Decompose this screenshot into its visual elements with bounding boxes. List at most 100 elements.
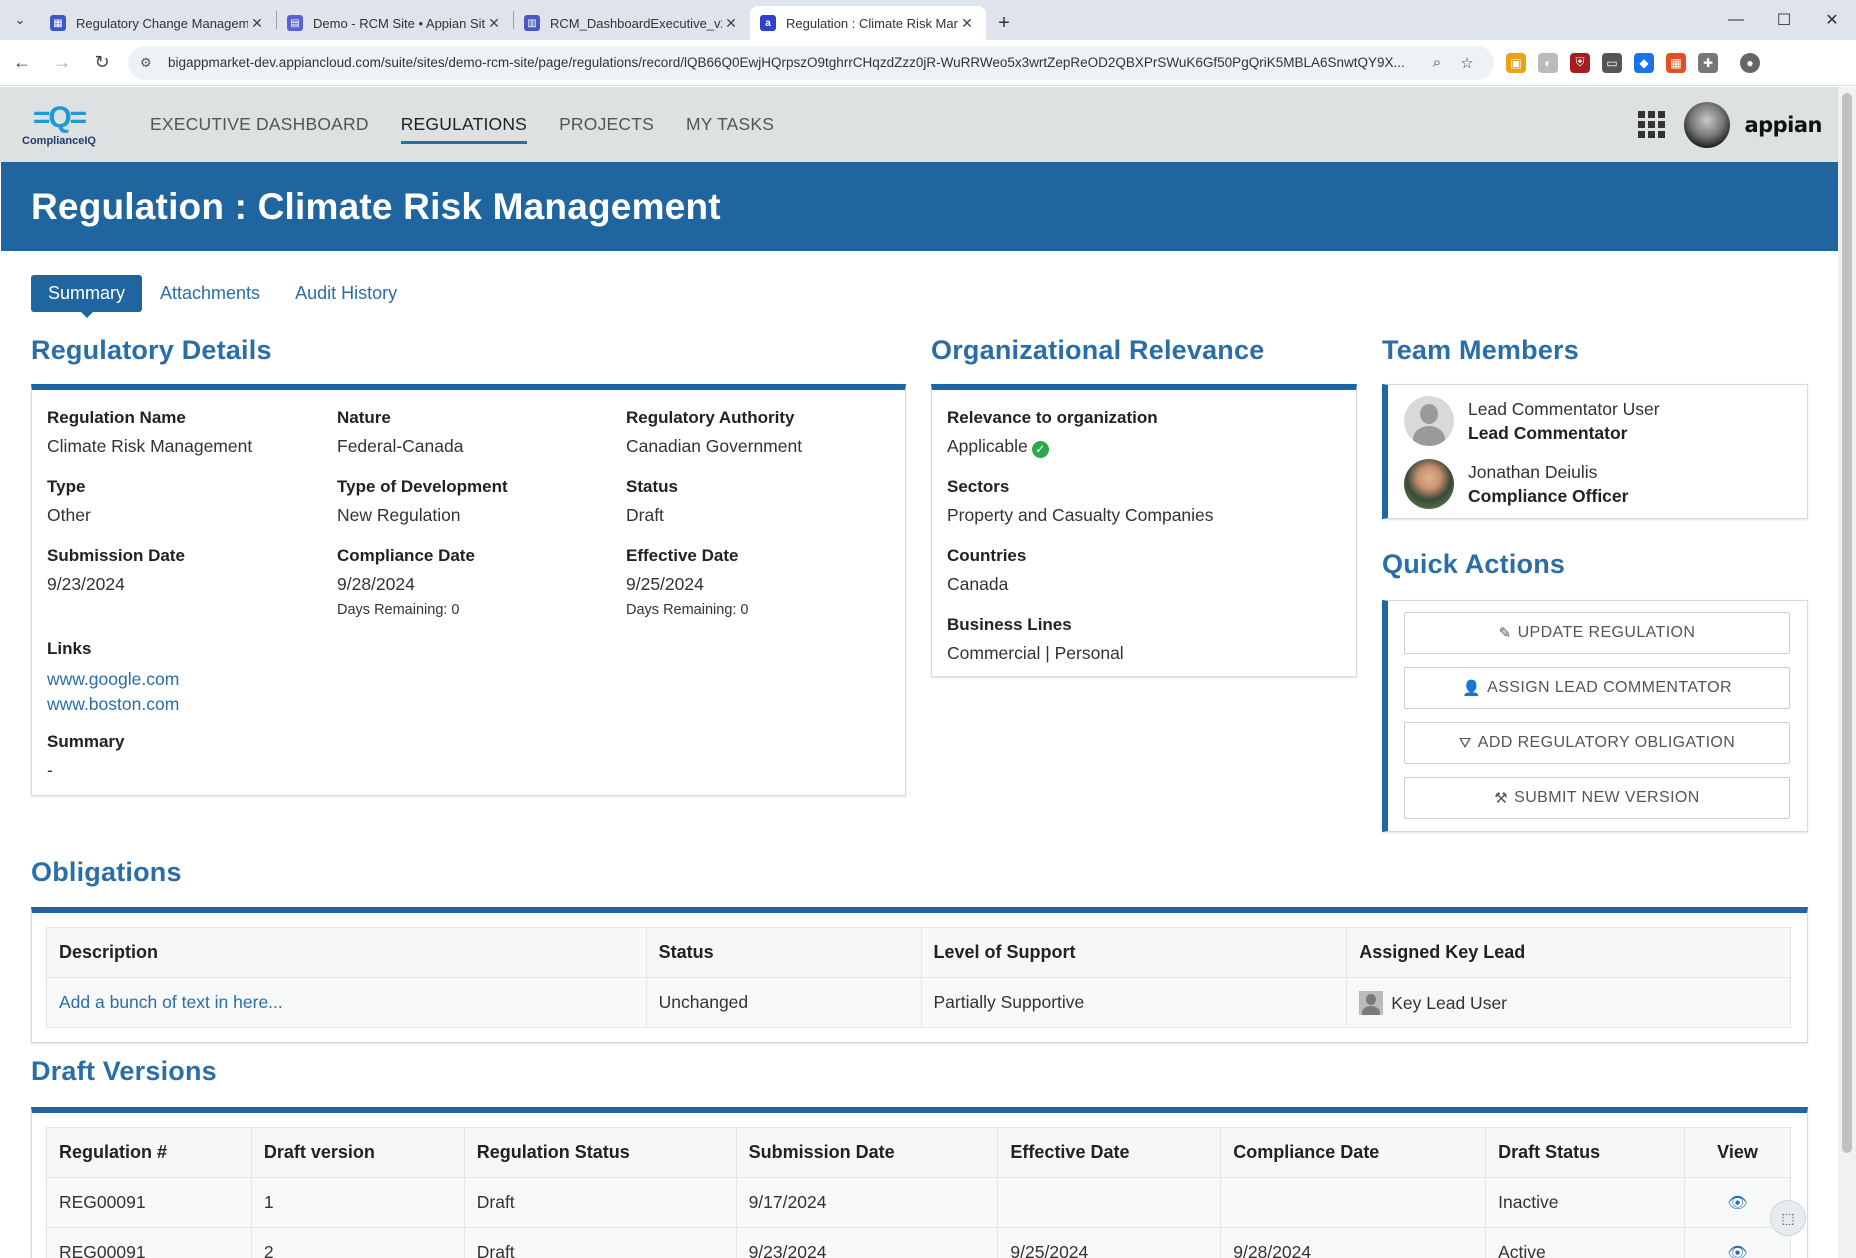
extensions-puzzle-icon[interactable]: ✚ xyxy=(1698,52,1718,73)
table-header-row: Regulation # Draft version Regulation St… xyxy=(46,1127,1791,1178)
header-right: appian xyxy=(1638,101,1822,148)
link-boston[interactable]: www.boston.com xyxy=(47,692,179,717)
key-lead-name[interactable]: Key Lead User xyxy=(1391,993,1507,1013)
field-label: Countries xyxy=(947,546,1027,565)
add-regulatory-obligation-button[interactable]: ⛛ ADD REGULATORY OBLIGATION xyxy=(1404,722,1790,764)
view-eye-icon[interactable]: 👁 xyxy=(1727,1245,1747,1258)
extension-drop-icon[interactable]: ◆ xyxy=(1634,52,1654,73)
extension-cast-icon[interactable]: ▭ xyxy=(1602,52,1622,73)
column-header-status[interactable]: Status xyxy=(645,927,922,978)
browser-tab-2[interactable]: ▤ Demo - RCM Site • Appian Site ✕ xyxy=(277,6,513,40)
obligation-description-link[interactable]: Add a bunch of text in here... xyxy=(59,992,283,1012)
extension-ublock-icon[interactable]: ⛨ xyxy=(1570,52,1590,73)
back-arrow-icon[interactable]: ← xyxy=(4,45,40,81)
browser-tab-4-active[interactable]: a Regulation : Climate Risk Mana ✕ xyxy=(750,6,986,40)
field-label: Nature xyxy=(337,408,391,427)
tab-favicon-icon: a xyxy=(760,15,776,31)
check-circle-icon: ✓ xyxy=(1031,441,1049,458)
reload-icon[interactable]: ↻ xyxy=(84,45,120,81)
member-role: Compliance Officer xyxy=(1468,485,1629,506)
submit-new-version-button[interactable]: ⚒ SUBMIT NEW VERSION xyxy=(1404,777,1790,819)
field-value: Climate Risk Management xyxy=(47,436,253,456)
address-bar[interactable]: ⚙ bigappmarket-dev.appiancloud.com/suite… xyxy=(128,45,1494,80)
browser-tab-1[interactable]: ▦ Regulatory Change Manageme ✕ xyxy=(40,6,276,40)
tab-search-chevron-icon[interactable]: ⌄ xyxy=(0,0,40,40)
regulatory-details-card: Regulation Name Climate Risk Management … xyxy=(31,384,906,796)
tab-close-icon[interactable]: ✕ xyxy=(722,15,740,32)
tab-attachments[interactable]: Attachments xyxy=(143,275,277,312)
page-banner: Regulation : Climate Risk Management xyxy=(1,162,1838,251)
field-label: Business Lines xyxy=(947,615,1072,634)
field-links: Links www.google.com www.boston.com xyxy=(47,639,179,717)
scrollbar-thumb[interactable] xyxy=(1842,93,1852,1153)
assign-lead-commentator-button[interactable]: 👤 ASSIGN LEAD COMMENTATOR xyxy=(1404,667,1790,709)
quick-actions-title: Quick Actions xyxy=(1382,549,1566,579)
column-header-effective-date[interactable]: Effective Date xyxy=(997,1127,1222,1178)
profile-avatar-icon[interactable]: ● xyxy=(1740,52,1760,73)
page-scrollbar[interactable] xyxy=(1838,87,1856,1258)
field-label: Status xyxy=(626,477,678,496)
field-submission-date: Submission Date 9/23/2024 xyxy=(47,546,185,595)
window-close-icon[interactable]: ✕ xyxy=(1808,0,1856,40)
field-value: Draft xyxy=(626,505,664,525)
field-regulation-name: Regulation Name Climate Risk Management xyxy=(47,408,252,457)
tab-close-icon[interactable]: ✕ xyxy=(958,15,976,32)
days-remaining: Days Remaining: 0 xyxy=(626,602,749,618)
column-header-assigned-key-lead[interactable]: Assigned Key Lead xyxy=(1346,927,1791,978)
main-navigation: EXECUTIVE DASHBOARD REGULATIONS PROJECTS… xyxy=(150,106,806,144)
bookmark-star-icon[interactable]: ☆ xyxy=(1452,54,1482,72)
field-label: Sectors xyxy=(947,477,1010,496)
browser-tab-title: Regulation : Climate Risk Mana xyxy=(786,15,958,31)
member-avatar[interactable] xyxy=(1404,396,1454,446)
column-header-submission-date[interactable]: Submission Date xyxy=(735,1127,999,1178)
field-value: 9/23/2024 xyxy=(47,574,125,594)
cell-compliance-date xyxy=(1220,1177,1487,1228)
column-header-regulation-status[interactable]: Regulation Status xyxy=(463,1127,737,1178)
field-label: Type xyxy=(47,477,86,496)
tab-summary[interactable]: Summary xyxy=(31,275,143,318)
complianceiq-logo[interactable]: =Q= ComplianceIQ xyxy=(0,87,118,162)
maximize-icon[interactable]: ☐ xyxy=(1760,0,1808,40)
pointer-select-icon[interactable]: ⬚ xyxy=(1770,1200,1806,1236)
tab-audit-history[interactable]: Audit History xyxy=(278,275,414,312)
user-avatar[interactable] xyxy=(1684,101,1731,148)
minimize-icon[interactable]: — xyxy=(1712,0,1760,40)
view-eye-icon[interactable]: 👁 xyxy=(1727,1195,1747,1212)
team-member: Jonathan Deiulis Compliance Officer xyxy=(1404,459,1628,509)
tab-close-icon[interactable]: ✕ xyxy=(248,15,266,32)
column-header-draft-version[interactable]: Draft version xyxy=(250,1127,465,1178)
column-header-regulation-number[interactable]: Regulation # xyxy=(46,1127,252,1178)
member-info: Lead Commentator User Lead Commentator xyxy=(1468,399,1660,444)
nav-regulations[interactable]: REGULATIONS xyxy=(400,106,528,144)
zoom-icon[interactable]: ⌕ xyxy=(1422,54,1452,71)
tab-close-icon[interactable]: ✕ xyxy=(485,15,503,32)
nav-executive-dashboard[interactable]: EXECUTIVE DASHBOARD xyxy=(150,106,369,144)
team-members-title: Team Members xyxy=(1382,335,1579,365)
cell-draft-status: Inactive xyxy=(1485,1177,1685,1228)
update-regulation-button[interactable]: ✎ UPDATE REGULATION xyxy=(1404,612,1790,654)
cell-effective-date xyxy=(997,1177,1222,1228)
member-avatar[interactable] xyxy=(1404,459,1454,509)
member-name[interactable]: Jonathan Deiulis xyxy=(1468,462,1628,483)
site-info-icon[interactable]: ⚙ xyxy=(140,55,158,71)
forward-arrow-icon[interactable]: → xyxy=(44,45,80,81)
extension-notes-icon[interactable]: ▣ xyxy=(1506,52,1526,73)
column-header-level-of-support[interactable]: Level of Support xyxy=(920,927,1348,978)
member-name[interactable]: Lead Commentator User xyxy=(1468,399,1660,420)
app-launcher-grid-icon[interactable] xyxy=(1638,110,1666,139)
nav-my-tasks[interactable]: MY TASKS xyxy=(686,106,774,144)
nav-projects[interactable]: PROJECTS xyxy=(559,106,654,144)
new-tab-plus-icon[interactable]: + xyxy=(986,6,1022,40)
field-relevance: Relevance to organization Applicable ✓ xyxy=(947,408,1158,458)
field-type: Type Other xyxy=(47,477,91,526)
browser-tab-3[interactable]: ▥ RCM_DashboardExecutive_v2 - ✕ xyxy=(514,6,750,40)
extension-microsoft-icon[interactable]: ▦ xyxy=(1666,52,1686,73)
extension-chat-icon[interactable]: ◐ xyxy=(1538,52,1558,73)
column-header-draft-status[interactable]: Draft Status xyxy=(1485,1127,1685,1178)
url-text[interactable]: bigappmarket-dev.appiancloud.com/suite/s… xyxy=(168,55,1422,70)
obligation-key-lead-cell: Key Lead User xyxy=(1346,977,1791,1028)
column-header-description[interactable]: Description xyxy=(46,927,647,978)
field-business-lines: Business Lines Commercial | Personal xyxy=(947,615,1124,664)
link-google[interactable]: www.google.com xyxy=(47,667,179,692)
column-header-compliance-date[interactable]: Compliance Date xyxy=(1220,1127,1487,1178)
